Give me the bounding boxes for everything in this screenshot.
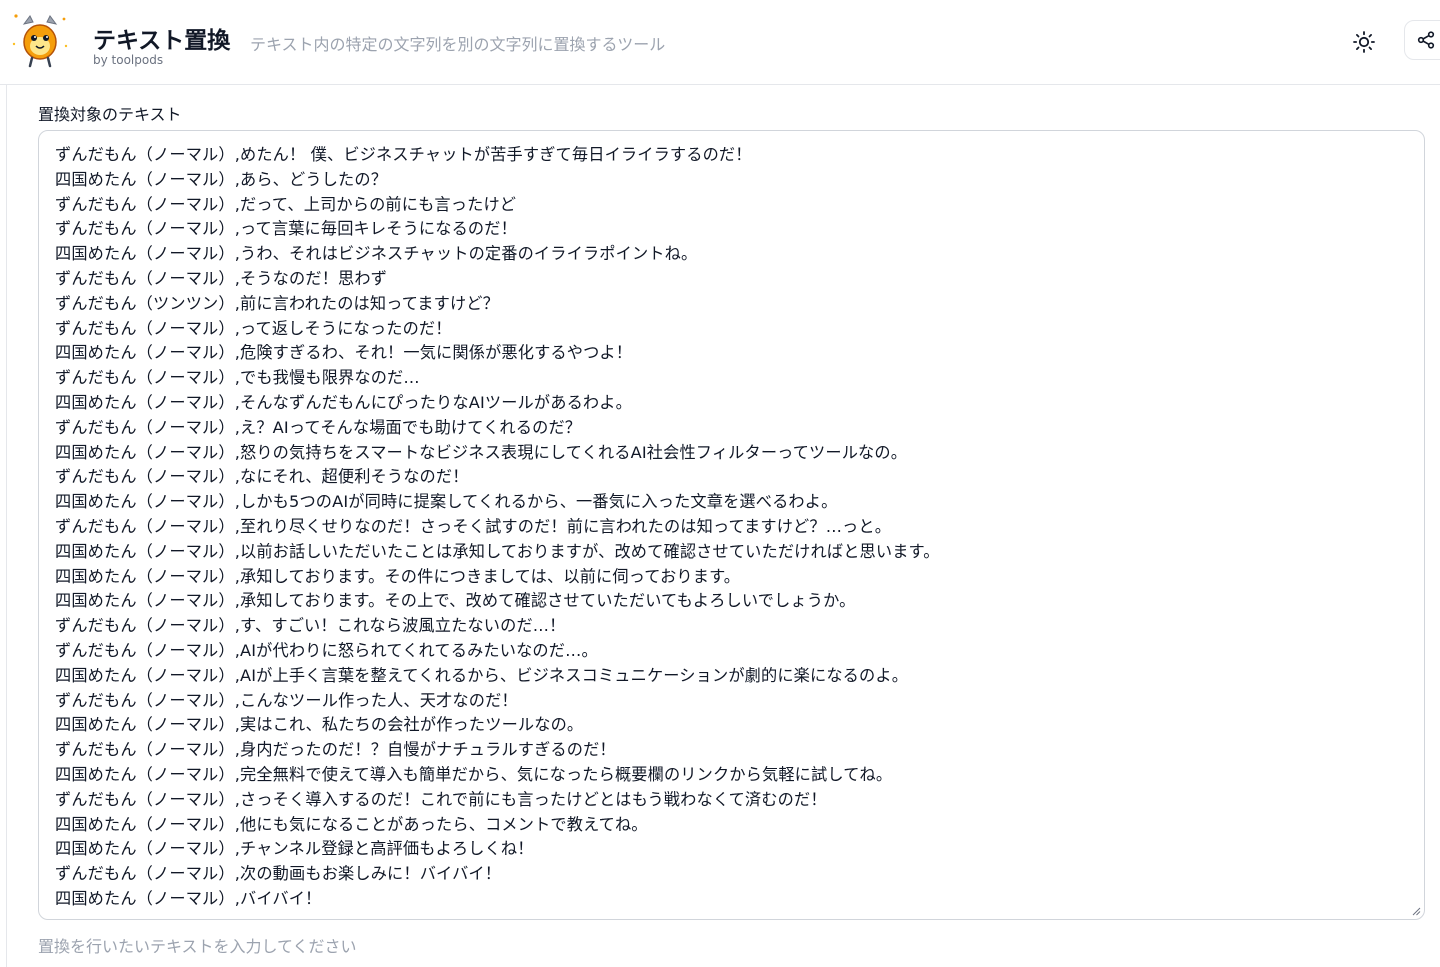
app-header: テキスト置換 by toolpods テキスト内の特定の文字列を別の文字列に置換…: [0, 0, 1440, 85]
text-line: ずんだもん（ノーマル）,なにそれ、超便利そうなのだ！: [55, 467, 469, 487]
text-line: 四国めたん（ノーマル）,バイバイ！: [55, 888, 322, 908]
text-line: 四国めたん（ノーマル）,他にも気になることがあったら、コメントで教えてね。: [55, 814, 648, 834]
theme-toggle-button[interactable]: [1346, 24, 1382, 60]
text-line: ずんだもん（ツンツン）,前に言われたのは知ってますけど？: [55, 293, 499, 313]
text-line: 四国めたん（ノーマル）,以前お話しいただいたことは承知しておりますが、改めて確認…: [55, 541, 940, 561]
text-line: ずんだもん（ノーマル）,だって、上司からの前にも言ったけど: [55, 194, 517, 214]
text-line: ずんだもん（ノーマル）,って返しそうになったのだ！: [55, 318, 452, 338]
target-text-input[interactable]: ずんだもん（ノーマル）,めたん！ 僕、ビジネスチャットが苦手すぎて毎日イライラす…: [38, 130, 1425, 920]
target-text-label: 置換対象のテキスト: [38, 105, 182, 124]
text-line: ずんだもん（ノーマル）,めたん！ 僕、ビジネスチャットが苦手すぎて毎日イライラす…: [55, 145, 752, 164]
text-line: ずんだもん（ノーマル）,身内だったのだ！？自慢がナチュラルすぎるのだ！: [55, 740, 616, 760]
text-line: ずんだもん（ノーマル）,そうなのだ！思わず: [55, 268, 388, 288]
text-line: ずんだもん（ノーマル）,AIが代わりに怒られてくれてるみたいなのだ…。: [55, 640, 598, 660]
text-line: ずんだもん（ノーマル）,って言葉に毎回キレそうになるのだ！: [55, 219, 517, 239]
app-byline: by toolpods: [93, 53, 164, 67]
text-line: 四国めたん（ノーマル）,危険すぎるわ、それ！一気に関係が悪化するやつよ！: [55, 343, 633, 363]
text-line: 四国めたん（ノーマル）,怒りの気持ちをスマートなビジネス表現にしてくれるAI社会…: [55, 442, 908, 462]
text-line: ずんだもん（ノーマル）,至れり尽くせりなのだ！さっそく試すのだ！前に言われたのは…: [55, 516, 892, 536]
text-line: 四国めたん（ノーマル）,うわ、それはビジネスチャットの定番のイライラポイントね。: [55, 244, 698, 264]
main-panel: 置換対象のテキスト ずんだもん（ノーマル）,めたん！ 僕、ビジネスチャットが苦手…: [6, 85, 1440, 967]
text-line: ずんだもん（ノーマル）,え？AIってそんな場面でも助けてくれるのだ？: [55, 417, 582, 437]
text-line: ずんだもん（ノーマル）,でも我慢も限界なのだ…: [55, 368, 420, 388]
text-line: 四国めたん（ノーマル）,承知しております。その上で、改めて確認させていただいても…: [55, 591, 856, 611]
text-line: 四国めたん（ノーマル）,完全無料で使えて導入も簡単だから、気になったら概要欄のリ…: [55, 764, 893, 784]
text-line: 四国めたん（ノーマル）,承知しております。その件につきましては、以前に伺っており…: [55, 566, 741, 586]
text-line: 四国めたん（ノーマル）,チャンネル登録と高評価もよろしくね！: [55, 839, 534, 859]
text-line: ずんだもん（ノーマル）,す、すごい！これなら波風立たないのだ…！: [55, 616, 566, 636]
input-helper-text: 置換を行いたいテキストを入力してください: [38, 937, 357, 956]
text-line: 四国めたん（ノーマル）,実はこれ、私たちの会社が作ったツールなの。: [55, 715, 584, 735]
text-line: ずんだもん（ノーマル）,こんなツール作った人、天才なのだ！: [55, 690, 518, 710]
share-button[interactable]: [1404, 20, 1440, 60]
mascot-logo-icon[interactable]: [10, 10, 70, 70]
text-line: ずんだもん（ノーマル）,次の動画もお楽しみに！バイバイ！: [55, 864, 502, 884]
text-line: 四国めたん（ノーマル）,AIが上手く言葉を整えてくれるから、ビジネスコミュニケー…: [55, 665, 909, 685]
sun-icon: [1353, 31, 1375, 53]
resize-handle-icon[interactable]: [1411, 906, 1421, 916]
text-lines: ずんだもん（ノーマル）,めたん！ 僕、ビジネスチャットが苦手すぎて毎日イライラす…: [55, 143, 1424, 912]
app-description: テキスト内の特定の文字列を別の文字列に置換するツール: [250, 35, 666, 54]
share-icon: [1417, 31, 1435, 49]
text-line: ずんだもん（ノーマル）,さっそく導入するのだ！これで前にも言ったけどとはもう戦わ…: [55, 789, 827, 809]
app-title: テキスト置換: [93, 28, 231, 54]
text-line: 四国めたん（ノーマル）,しかも5つのAIが同時に提案してくれるから、一番気に入っ…: [55, 492, 838, 512]
text-line: 四国めたん（ノーマル）,あら、どうしたの？: [55, 169, 388, 189]
text-line: 四国めたん（ノーマル）,そんなずんだもんにぴったりなAIツールがあるわよ。: [55, 392, 632, 412]
